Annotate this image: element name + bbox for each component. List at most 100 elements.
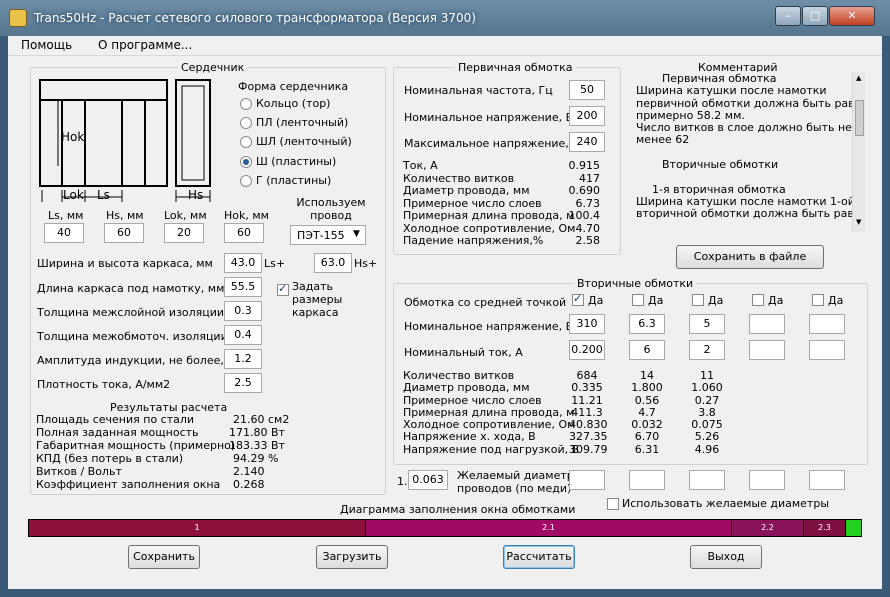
desired-diameter-input-1[interactable]	[569, 470, 605, 490]
result-row: Примерная длина провода, м 100.4	[403, 209, 603, 222]
secondary-current-input[interactable]: 0.200	[569, 340, 605, 360]
dim-hs-label: Hs	[188, 188, 204, 202]
fill-segment-label: 2.2	[761, 523, 774, 532]
secondary-voltage-label: Номинальное напряжение, В	[404, 320, 574, 333]
load-button[interactable]: Загрузить	[316, 545, 388, 569]
frame-width-suffix: Ls+	[264, 257, 286, 270]
center-tap-checkbox[interactable]	[632, 294, 644, 306]
current-density-input[interactable]: 2.5	[224, 373, 262, 393]
save-to-file-button[interactable]: Сохранить в файле	[676, 245, 824, 269]
result-row: Диаметр провода, мм 0.690	[403, 184, 603, 197]
desired-diameter-input-5[interactable]	[809, 470, 845, 490]
use-desired-checkbox[interactable]	[607, 498, 619, 510]
frame-height-suffix: Hs+	[354, 257, 378, 270]
menu-bar: Помощь О программе...	[8, 36, 882, 56]
secondary-value: 11	[700, 369, 714, 382]
center-tap-label: Обмотка со средней точкой	[404, 296, 567, 309]
interwinding-input[interactable]: 0.4	[224, 325, 262, 345]
dim-hok-label: Hok	[61, 130, 85, 144]
center-tap-checkbox[interactable]	[812, 294, 824, 306]
primary-group-label: Первичная обмотка	[455, 61, 576, 74]
primary-maxvoltage-input[interactable]: 240	[569, 132, 605, 152]
calculate-button[interactable]: Рассчитать	[503, 545, 575, 569]
comment-line: примерно 58.2 мм.	[636, 108, 745, 122]
result-label: Коэффициент заполнения окна	[36, 478, 221, 491]
secondary-voltage-input[interactable]: 6.3	[629, 314, 665, 334]
dim-lok-label: Lok	[63, 188, 84, 202]
shape-radio-g[interactable]	[240, 175, 252, 187]
result-value: 4.70	[575, 221, 601, 235]
shape-radio-shl[interactable]	[240, 136, 252, 148]
secondary-value: 0.032	[631, 418, 663, 432]
frame-length-input[interactable]: 55.5	[224, 277, 262, 297]
desired-diameter-input-3[interactable]	[689, 470, 725, 490]
frame-height-input[interactable]: 63.0	[314, 253, 352, 273]
freq-label: Номинальная частота, Гц	[404, 84, 553, 97]
secondary-voltage-input[interactable]	[809, 314, 845, 334]
core-group-label: Сердечник	[178, 61, 248, 74]
desired-diameter-input[interactable]: 0.063	[408, 470, 448, 490]
freq-input[interactable]: 50	[569, 80, 605, 100]
secondary-current-input[interactable]	[749, 340, 785, 360]
result-row: Количество витков 417	[403, 172, 603, 185]
menu-about[interactable]: О программе...	[98, 38, 192, 52]
center-tap-checkbox[interactable]	[572, 292, 584, 306]
comment-scrollbar[interactable]: ▲ ▼	[852, 72, 866, 232]
frame-width-input[interactable]: 43.0	[224, 253, 262, 273]
scroll-down-icon[interactable]: ▼	[856, 218, 861, 226]
hs-label: Hs, мм	[106, 209, 144, 222]
save-button[interactable]: Сохранить	[128, 545, 200, 569]
secondary-value: 684	[576, 369, 598, 382]
desired-diameter-input-4[interactable]	[749, 470, 785, 490]
maximize-button[interactable]: □	[802, 6, 828, 26]
chevron-down-icon: ▼	[353, 229, 360, 239]
row-label: Напряжение х. хода, В	[403, 430, 536, 444]
result-label: Витков / Вольт	[36, 465, 122, 478]
primary-results: Ток, А 0.915 Количество витков 417 Диаметр…	[403, 159, 603, 247]
fill-segment-2-2: 2.2	[732, 520, 804, 536]
menu-help[interactable]: Помощь	[21, 38, 72, 52]
set-frame-checkbox[interactable]	[277, 282, 289, 296]
secondary-value: 6.31	[634, 442, 660, 456]
use-desired-label: Использовать желаемые диаметры	[622, 497, 830, 510]
comment-line: Ширина катушки после намотки 1-ой	[636, 194, 855, 208]
secondary-results: 14 1.800 0.56 4.7 0.032 6.70 6.31	[629, 369, 665, 456]
secondary-voltage-input[interactable]	[749, 314, 785, 334]
shape-radio-sh[interactable]	[240, 156, 252, 168]
comment-line: Ширина катушки после намотки	[636, 84, 827, 98]
close-button[interactable]: ✕	[829, 6, 875, 26]
induction-input[interactable]: 1.2	[224, 349, 262, 369]
secondary-current-label: Номинальный ток, А	[404, 346, 523, 359]
result-label: Диаметр провода, мм	[403, 184, 530, 197]
minimize-button[interactable]: –	[775, 6, 801, 26]
secondary-current-input[interactable]: 6	[629, 340, 665, 360]
lok-input[interactable]: 20	[164, 223, 204, 243]
comment-line: Число витков в слое должно быть не	[636, 121, 852, 135]
comment-text[interactable]: Первичная обмотка Ширина катушки после н…	[636, 72, 866, 232]
hs-input[interactable]: 60	[104, 223, 144, 243]
ls-input[interactable]: 40	[44, 223, 84, 243]
hok-input[interactable]: 60	[224, 223, 264, 243]
shape-radio-pl[interactable]	[240, 117, 252, 129]
result-row: Витков / Вольт 2.140	[36, 465, 286, 478]
secondary-voltage-input[interactable]: 5	[689, 314, 725, 334]
secondary-value: 5.26	[694, 430, 720, 444]
scroll-thumb[interactable]	[855, 100, 864, 136]
secondary-column-5: Да	[809, 290, 869, 460]
secondary-value: 0.335	[571, 381, 603, 395]
scroll-up-icon[interactable]: ▲	[856, 74, 861, 82]
center-tap-checkbox[interactable]	[752, 294, 764, 306]
desired-diameter-input-2[interactable]	[629, 470, 665, 490]
secondary-current-input[interactable]: 2	[689, 340, 725, 360]
primary-voltage-input[interactable]: 200	[569, 106, 605, 126]
secondary-current-input[interactable]	[809, 340, 845, 360]
secondary-voltage-input[interactable]: 310	[569, 314, 605, 334]
center-tap-checkbox[interactable]	[692, 294, 704, 306]
interlayer-input[interactable]: 0.3	[224, 301, 262, 321]
secondary-column-3: Да 5 2 11 1.060 0.27 3.8 0.075 5.26 4.96	[689, 290, 749, 460]
wire-select[interactable]: ПЭТ-155 ▼	[290, 225, 366, 245]
exit-button[interactable]: Выход	[690, 545, 762, 569]
fill-diagram-label: Диаграмма заполнения окна обмотками	[340, 503, 576, 516]
secondary-value: 1.800	[631, 381, 663, 395]
shape-radio-torus[interactable]	[240, 98, 252, 110]
